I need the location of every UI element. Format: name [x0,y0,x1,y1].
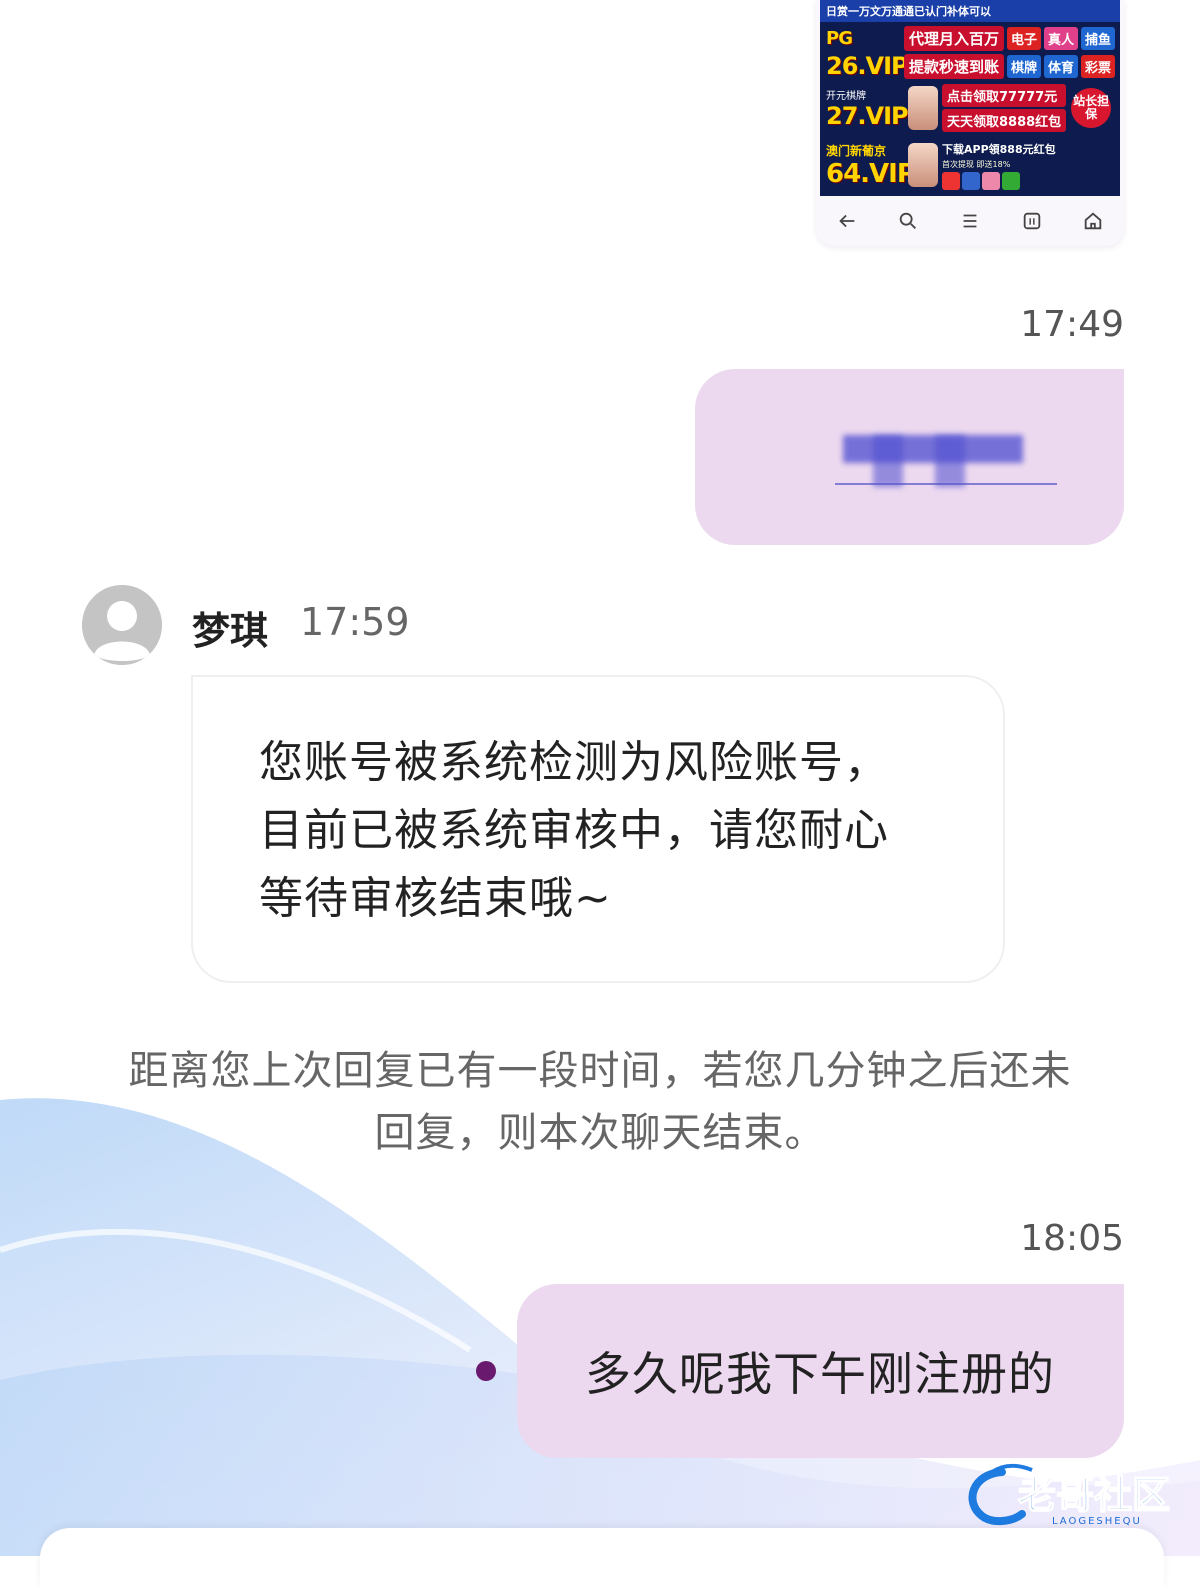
ad-text: 下载APP領888元红包 [942,142,1056,156]
ad-banner-4: 澳门新葡京 64.VIP 下载APP領888元红包 首次提现 即送18% [820,136,1120,194]
chat-input-bar[interactable] [40,1528,1164,1588]
system-notice-line: 回复，则本次聊天结束。 [374,1110,826,1156]
redaction-blur [843,435,1023,463]
ad-banner-top-text: 日赏一万文万通通已认门补体可以 [826,5,991,18]
ad-chip: 捕鱼 [1081,26,1116,50]
sender-timestamp: 17:59 [300,600,410,644]
ad-sub: 澳门新葡京 [826,143,887,158]
search-icon [896,209,920,233]
agent-message-line: 目前已被系统审核中，请您耐心 [259,805,889,856]
tabs-icon [1020,209,1044,233]
own-message-text: 多久呢我下午刚注册的 [585,1347,1055,1401]
agent-message-bubble[interactable]: 您账号被系统检测为风险账号， 目前已被系统审核中，请您耐心 等待审核结束哦~ [191,675,1005,983]
ad-text: 提款秒速到账 [904,53,1005,79]
shared-screenshot-image[interactable]: 日赏一万文万通通已认门补体可以 PG 代理月入百万 电子 真人 捕鱼 26.VI… [816,0,1124,246]
ad-banner-3: 开元棋牌 27.VIP 点击领取77777元 天天领取8888红包 站长担保 [820,82,1120,134]
svg-text:老哥社区: 老哥社区 [1018,1473,1170,1517]
ad-badge: 站长担保 [1071,88,1112,128]
ad-text: 点击领取77777元 [942,84,1067,107]
message-timestamp: 18:05 [1020,1218,1124,1259]
browser-toolbar [816,196,1124,246]
sender-name: 梦琪 [192,609,269,653]
ad-tag: 27.VIP [826,101,909,130]
ad-model-image [908,86,938,130]
unread-indicator-dot [476,1361,496,1381]
avatar[interactable] [82,585,162,665]
ad-sub: 开元棋牌 [826,90,866,102]
ad-tag: PG [826,27,853,49]
ad-banner-2: 26.VIP 提款秒速到账 棋牌 体育 彩票 [820,52,1120,80]
redaction-blur [935,435,965,487]
ad-chip: 电子 [1007,26,1042,50]
home-icon [1081,209,1105,233]
ad-chip: 体育 [1044,54,1079,78]
default-avatar-icon [82,585,162,665]
system-notice: 距离您上次回复已有一段时间，若您几分钟之后还未 回复，则本次聊天结束。 [80,1040,1120,1164]
svg-text:LAOGESHEQU: LAOGESHEQU [1052,1516,1142,1527]
ad-chip: 彩票 [1081,54,1116,78]
own-message-bubble[interactable]: 多久呢我下午刚注册的 [517,1284,1124,1458]
back-arrow-icon [835,209,859,233]
own-message-bubble-redacted[interactable] [695,369,1124,545]
system-notice-line: 距离您上次回复已有一段时间，若您几分钟之后还未 [128,1048,1072,1094]
ad-text: 天天领取8888红包 [942,109,1067,132]
ad-note: 首次提现 即送18% [942,159,1011,169]
ad-chip: 棋牌 [1007,54,1042,78]
ad-tag: 26.VIP [826,52,909,80]
ad-chip: 真人 [1044,26,1079,50]
ad-banner-1: PG 代理月入百万 电子 真人 捕鱼 [820,24,1120,52]
message-timestamp: 17:49 [1020,304,1124,345]
menu-icon [958,209,982,233]
ad-tag: 64.VIP [826,158,916,189]
ad-text: 代理月入百万 [904,25,1005,51]
redaction-blur [873,435,903,487]
casino-ad-banners: 日赏一万文万通通已认门补体可以 PG 代理月入百万 电子 真人 捕鱼 26.VI… [820,0,1120,196]
watermark-logo: 老哥社区 LAOGESHEQU [962,1462,1194,1528]
ad-model-image [908,143,938,187]
redaction-underline [835,483,1057,485]
agent-message-line: 等待审核结束哦~ [259,873,612,924]
ad-banner-top: 日赏一万文万通通已认门补体可以 [820,0,1120,22]
agent-message-line: 您账号被系统检测为风险账号， [259,737,889,788]
